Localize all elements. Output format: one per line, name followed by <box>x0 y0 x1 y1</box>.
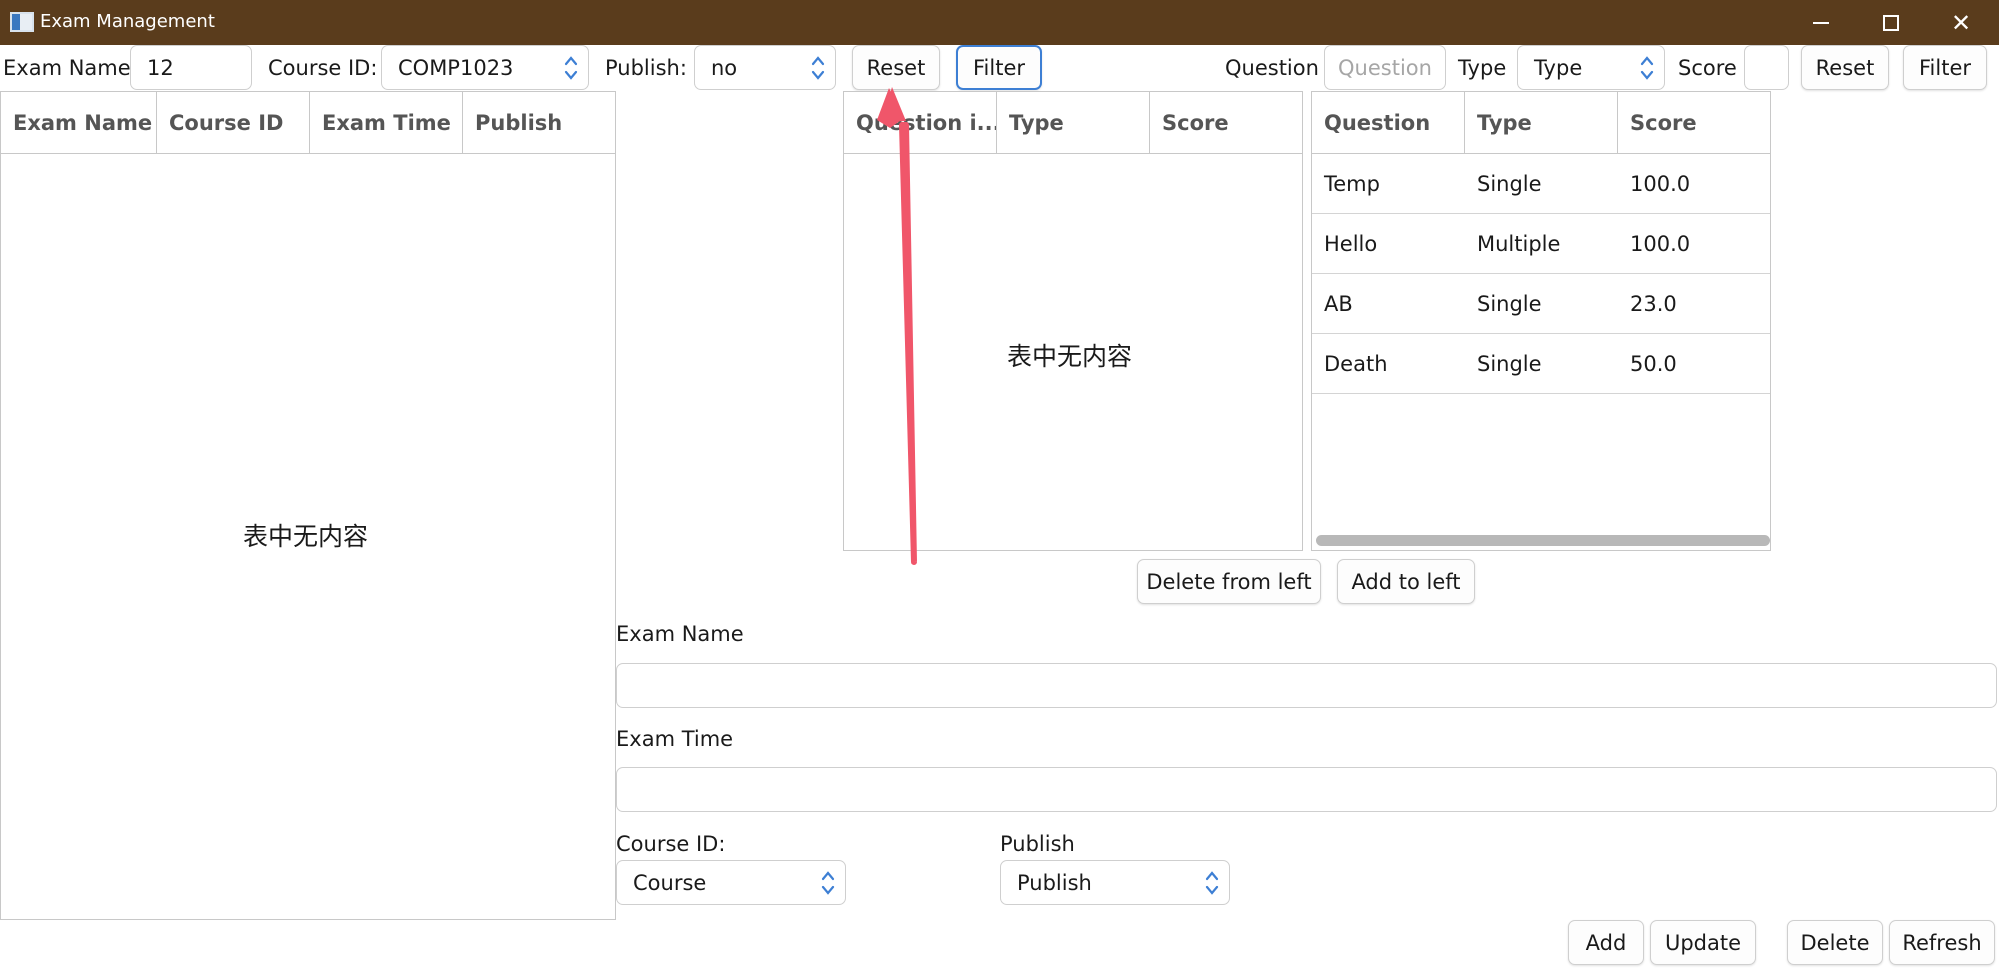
publish-filter-label: Publish: <box>605 56 687 80</box>
type-cell: Multiple <box>1477 231 1561 256</box>
spinner-arrows-icon <box>1640 52 1654 84</box>
course-id-filter-value: COMP1023 <box>398 55 514 80</box>
exam-table-empty-message: 表中无内容 <box>243 522 369 551</box>
score-cell: 50.0 <box>1630 351 1677 376</box>
score-cell: 100.0 <box>1630 171 1691 196</box>
column-header-question[interactable]: Question <box>1312 92 1465 153</box>
spinner-arrows-icon <box>821 867 835 899</box>
table-row[interactable]: Temp Single 100.0 <box>1312 154 1770 214</box>
publish-filter-value: no <box>711 55 738 80</box>
delete-from-left-button[interactable]: Delete from left <box>1137 559 1321 604</box>
add-to-left-button[interactable]: Add to left <box>1337 559 1475 604</box>
question-filter-label: Question <box>1225 56 1319 80</box>
course-id-filter-select[interactable]: COMP1023 <box>381 45 589 90</box>
question-filter-button[interactable]: Filter <box>1903 45 1987 90</box>
exam-question-table-header: Question i... Type Score <box>844 92 1302 154</box>
close-button[interactable]: ✕ <box>1926 0 1996 45</box>
close-icon: ✕ <box>1950 8 1972 37</box>
question-cell: Hello <box>1324 231 1378 256</box>
horizontal-scrollbar[interactable] <box>1316 535 1770 546</box>
column-header-publish[interactable]: Publish <box>463 92 616 153</box>
exam-question-table[interactable]: Question i... Type Score 表中无内容 <box>843 91 1303 551</box>
app-icon <box>10 12 34 32</box>
title-bar: Exam Management ✕ <box>0 0 1999 45</box>
type-filter-select[interactable]: Type <box>1517 45 1665 90</box>
score-cell: 23.0 <box>1630 291 1677 316</box>
spinner-arrows-icon <box>811 52 825 84</box>
column-header-exam-name[interactable]: Exam Name <box>1 92 157 153</box>
type-cell: Single <box>1477 351 1542 376</box>
publish-filter-select[interactable]: no <box>694 45 836 90</box>
add-button[interactable]: Add <box>1568 920 1644 965</box>
question-bank-table-header: Question Type Score <box>1312 92 1770 154</box>
table-row[interactable]: AB Single 23.0 <box>1312 274 1770 334</box>
exam-table[interactable]: Exam Name Course ID Exam Time Publish 表中… <box>0 91 616 920</box>
refresh-button[interactable]: Refresh <box>1889 920 1995 965</box>
column-header-score[interactable]: Score <box>1618 92 1770 153</box>
exam-question-table-empty-message: 表中无内容 <box>1007 342 1133 371</box>
window-title: Exam Management <box>40 11 215 32</box>
exam-reset-button[interactable]: Reset <box>852 45 940 90</box>
form-publish-select[interactable]: Publish <box>1000 860 1230 905</box>
question-cell: Death <box>1324 351 1388 376</box>
type-cell: Single <box>1477 171 1542 196</box>
score-filter-label: Score <box>1678 56 1737 80</box>
form-exam-time-input[interactable] <box>616 767 1997 812</box>
column-header-question-id[interactable]: Question i... <box>844 92 997 153</box>
question-filter-input[interactable]: Question <box>1324 45 1446 90</box>
form-course-value: Course <box>633 870 707 895</box>
score-cell: 100.0 <box>1630 231 1691 256</box>
spinner-arrows-icon <box>1205 867 1219 899</box>
column-header-type[interactable]: Type <box>1465 92 1618 153</box>
form-exam-name-label: Exam Name <box>616 622 744 646</box>
form-publish-value: Publish <box>1017 870 1092 895</box>
question-cell: Temp <box>1324 171 1380 196</box>
form-exam-time-label: Exam Time <box>616 727 734 751</box>
form-course-select[interactable]: Course <box>616 860 846 905</box>
column-header-score[interactable]: Score <box>1150 92 1302 153</box>
column-header-course-id[interactable]: Course ID <box>157 92 310 153</box>
maximize-button[interactable] <box>1856 0 1926 45</box>
spinner-arrows-icon <box>564 52 578 84</box>
type-cell: Single <box>1477 291 1542 316</box>
question-reset-button[interactable]: Reset <box>1801 45 1889 90</box>
exam-name-filter-input[interactable]: 12 <box>130 45 252 90</box>
column-header-type[interactable]: Type <box>997 92 1150 153</box>
form-publish-label: Publish <box>1000 832 1075 856</box>
column-header-exam-time[interactable]: Exam Time <box>310 92 463 153</box>
form-exam-name-input[interactable] <box>616 663 1997 708</box>
table-row[interactable]: Hello Multiple 100.0 <box>1312 214 1770 274</box>
type-filter-label: Type <box>1458 56 1507 80</box>
exam-table-header: Exam Name Course ID Exam Time Publish <box>1 92 615 154</box>
maximize-icon <box>1883 14 1899 31</box>
question-bank-table[interactable]: Question Type Score Temp Single 100.0 He… <box>1311 91 1771 551</box>
question-cell: AB <box>1324 291 1353 316</box>
table-row[interactable]: Death Single 50.0 <box>1312 334 1770 394</box>
exam-name-filter-label: Exam Name <box>3 56 131 80</box>
update-button[interactable]: Update <box>1650 920 1756 965</box>
delete-button[interactable]: Delete <box>1787 920 1883 965</box>
minimize-icon <box>1813 21 1829 24</box>
score-filter-input[interactable] <box>1744 45 1789 90</box>
exam-filter-button[interactable]: Filter <box>956 45 1042 90</box>
type-filter-value: Type <box>1534 55 1583 80</box>
minimize-button[interactable] <box>1786 0 1856 45</box>
course-id-filter-label: Course ID: <box>268 56 378 80</box>
form-course-id-label: Course ID: <box>616 832 726 856</box>
